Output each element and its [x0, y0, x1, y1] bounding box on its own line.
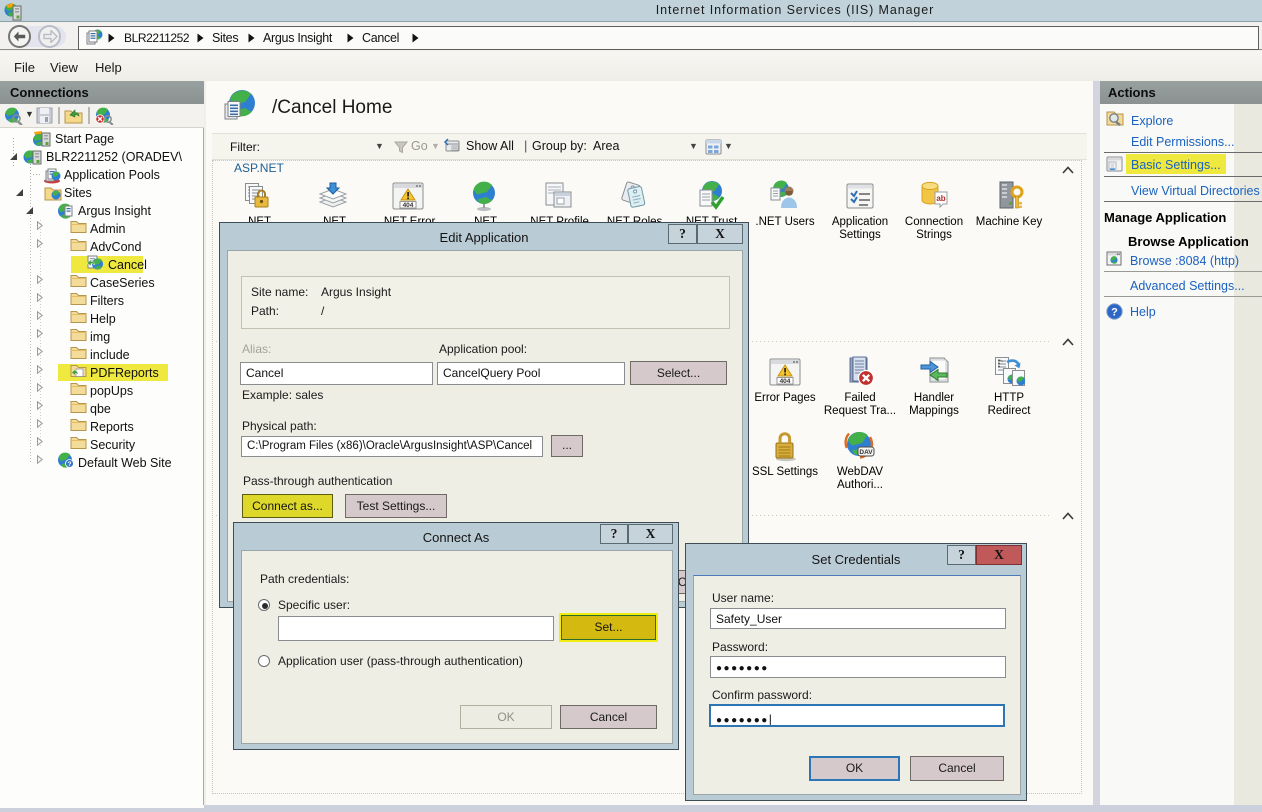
svg-text:ab: ab	[936, 194, 945, 203]
svg-text:DAV: DAV	[859, 449, 873, 456]
svg-text:?: ?	[1111, 307, 1118, 319]
svg-text:?: ?	[68, 461, 72, 468]
